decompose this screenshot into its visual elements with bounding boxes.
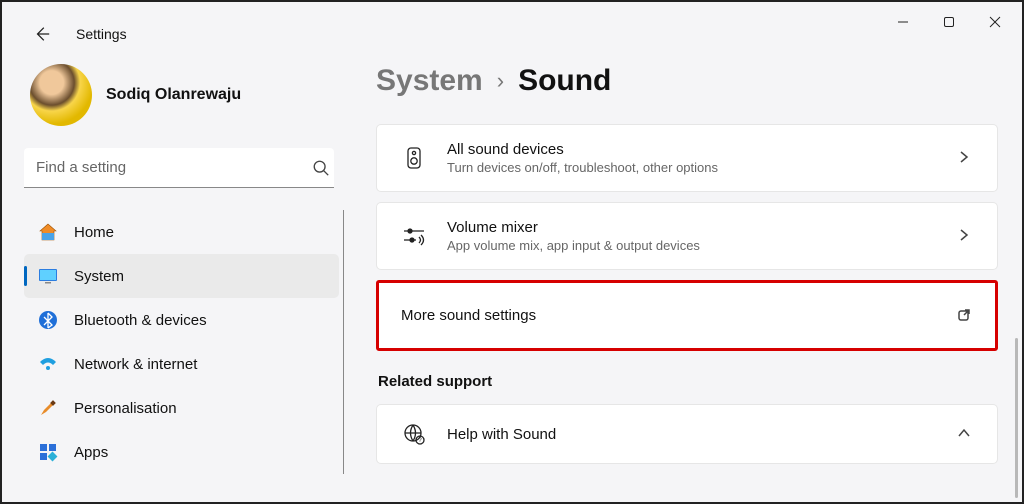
sidebar-item-label: System [74,268,124,285]
scrollbar-thumb[interactable] [1015,338,1018,498]
card-title: Volume mixer [447,219,937,236]
chevron-right-icon [957,150,973,166]
sidebar-item-apps[interactable]: Apps [24,430,339,474]
minimize-button[interactable] [880,6,926,38]
window-controls [880,6,1018,38]
profile-block[interactable]: Sodiq Olanrewaju [24,64,344,126]
chevron-up-icon [957,426,973,442]
breadcrumb: System › Sound [376,64,998,98]
sidebar: Sodiq Olanrewaju Home System Bluetooth &… [24,64,344,474]
sidebar-item-label: Home [74,224,114,241]
breadcrumb-parent[interactable]: System [376,64,483,98]
card-title: Help with Sound [447,426,937,443]
paintbrush-icon [38,398,58,418]
search-icon [312,159,330,177]
sidebar-item-home[interactable]: Home [24,210,339,254]
search-wrap [24,148,344,188]
search-input[interactable] [24,148,334,188]
system-icon [38,266,58,286]
sidebar-item-personalisation[interactable]: Personalisation [24,386,339,430]
chevron-right-icon [957,228,973,244]
sidebar-item-label: Personalisation [74,400,177,417]
breadcrumb-current: Sound [518,64,611,98]
card-subtitle: Turn devices on/off, troubleshoot, other… [447,160,937,175]
titlebar [2,2,1022,42]
mixer-icon [401,223,427,249]
app-title: Settings [76,26,127,42]
card-body: Volume mixer App volume mix, app input &… [447,219,937,253]
avatar [30,64,92,126]
header: Settings [32,24,127,44]
card-body: All sound devices Turn devices on/off, t… [447,141,937,175]
card-title: All sound devices [447,141,937,158]
username: Sodiq Olanrewaju [106,86,241,104]
sidebar-item-label: Network & internet [74,356,197,373]
card-volume-mixer[interactable]: Volume mixer App volume mix, app input &… [376,202,998,270]
sidebar-item-network[interactable]: Network & internet [24,342,339,386]
card-all-sound-devices[interactable]: All sound devices Turn devices on/off, t… [376,124,998,192]
card-body: Help with Sound [447,426,937,443]
home-icon [38,222,58,242]
close-button[interactable] [972,6,1018,38]
bluetooth-icon [38,310,58,330]
speaker-icon [401,145,427,171]
sidebar-item-bluetooth[interactable]: Bluetooth & devices [24,298,339,342]
chevron-right-icon: › [497,68,504,94]
sidebar-item-label: Bluetooth & devices [74,312,207,329]
section-heading-related-support: Related support [378,373,998,390]
card-subtitle: App volume mix, app input & output devic… [447,238,937,253]
globe-help-icon: ? [401,421,427,447]
wifi-icon [38,354,58,374]
maximize-button[interactable] [926,6,972,38]
apps-icon [38,442,58,462]
card-more-sound-settings[interactable]: More sound settings [376,280,998,351]
main-content: System › Sound All sound devices Turn de… [376,64,998,498]
external-link-icon [957,308,973,324]
back-button[interactable] [32,24,52,44]
nav-list: Home System Bluetooth & devices Network … [24,210,344,474]
card-help-with-sound[interactable]: ? Help with Sound [376,404,998,464]
card-body: More sound settings [401,307,937,324]
card-title: More sound settings [401,307,937,324]
sidebar-item-system[interactable]: System [24,254,339,298]
sidebar-item-label: Apps [74,444,108,461]
